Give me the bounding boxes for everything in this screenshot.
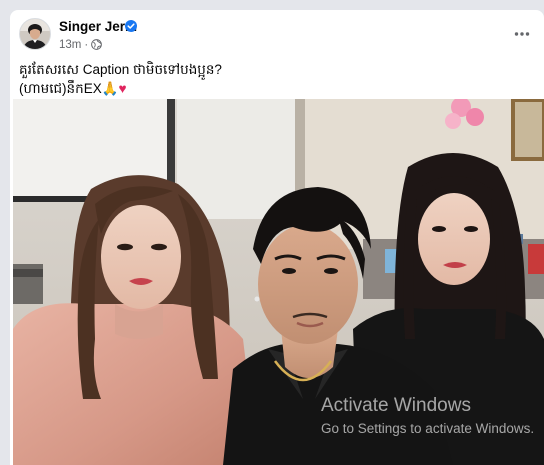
- post-meta: 13m ·: [59, 38, 103, 52]
- verified-badge-icon: [125, 20, 137, 32]
- red-heart-emoji: ♥: [118, 81, 127, 96]
- caption-line-2-text: (ហាមជេ)នឹកEX: [19, 81, 102, 96]
- post-photo[interactable]: [13, 99, 544, 465]
- post-header: Singer Jerm 13m ·: [10, 10, 544, 56]
- post-card: Singer Jerm 13m · គួរតែសរសេ Caption ថាមិ…: [10, 10, 544, 465]
- avatar-image: [20, 19, 50, 49]
- post-timestamp[interactable]: 13m: [59, 38, 81, 52]
- meta-separator: ·: [84, 39, 89, 51]
- caption-line-1: គួរតែសរសេ Caption ថាមិចទៅបងប្អូន?: [19, 62, 222, 77]
- globe-icon[interactable]: [91, 39, 103, 50]
- folded-hands-emoji: 🙏: [101, 81, 119, 96]
- caption-line-2: (ហាមជេ)នឹកEX🙏♥: [19, 79, 535, 98]
- facebook-feed: Singer Jerm 13m · គួរតែសរសេ Caption ថាមិ…: [0, 0, 544, 465]
- photo-image: [13, 99, 544, 465]
- author-avatar[interactable]: [19, 18, 51, 50]
- post-caption: គួរតែសរសេ Caption ថាមិចទៅបងប្អូន? (ហាមជេ…: [19, 60, 535, 98]
- three-dots-icon: [514, 32, 530, 36]
- more-options-button[interactable]: [509, 21, 535, 47]
